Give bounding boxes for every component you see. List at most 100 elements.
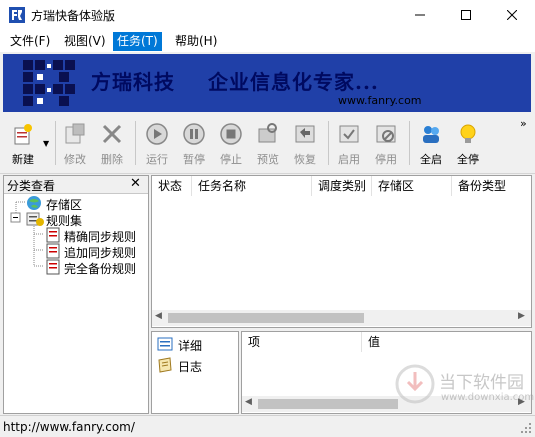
delete-button[interactable]: 删除	[94, 119, 130, 169]
menu-view[interactable]: 视图(V)	[60, 32, 110, 51]
toolbar-separator	[55, 121, 56, 165]
company-logo	[23, 60, 75, 106]
tree-item-rule[interactable]: 追加同步规则	[64, 244, 136, 261]
rule-set-icon	[26, 212, 44, 226]
enable-label: 启用	[338, 153, 360, 166]
status-text: http://www.fanry.com/	[3, 420, 135, 434]
title-bar: 方瑞快备体验版	[0, 0, 535, 30]
enable-icon	[339, 125, 359, 143]
stop-all-label: 全停	[457, 153, 479, 166]
toolbar: 新建 ▼ 修改 删除 运行 暂停 停止 预览 恢复 启用 停用 全启 全停 »	[0, 115, 535, 174]
enable-all-icon	[423, 126, 439, 143]
enable-all-button[interactable]: 全启	[413, 119, 449, 169]
resize-grip-icon[interactable]	[520, 422, 532, 434]
banner-slogan: 企业信息化专家...	[208, 70, 379, 94]
disable-label: 停用	[375, 153, 397, 166]
preview-label: 预览	[257, 153, 279, 166]
watermark-url: www.downxia.com	[441, 392, 535, 403]
minimize-button[interactable]	[397, 0, 443, 30]
run-icon	[146, 123, 168, 145]
new-icon	[14, 124, 32, 145]
close-button[interactable]	[489, 0, 535, 30]
menu-help[interactable]: 帮助(H)	[171, 32, 221, 51]
tree-item-rule[interactable]: 完全备份规则	[64, 260, 136, 277]
column-header-backup-type[interactable]: 备份类型	[452, 176, 530, 196]
category-panel-title: 分类查看	[7, 179, 56, 193]
restore-button[interactable]: 恢复	[287, 119, 323, 169]
delete-icon	[102, 124, 122, 144]
lightbulb-icon	[460, 124, 476, 143]
column-header-item[interactable]: 项	[242, 332, 362, 352]
new-button[interactable]: 新建	[5, 119, 41, 169]
rule-icon	[46, 259, 60, 275]
scroll-right-icon[interactable]: ▶	[518, 311, 525, 321]
enable-button[interactable]: 启用	[331, 119, 367, 169]
maximize-icon	[461, 10, 471, 20]
toolbar-separator	[409, 121, 410, 165]
menu-task[interactable]: 任务(T)	[113, 32, 162, 51]
column-header-storage[interactable]: 存储区	[372, 176, 452, 196]
pause-label: 暂停	[183, 153, 205, 166]
pause-icon	[183, 123, 205, 145]
category-panel-close-icon[interactable]: ✕	[130, 176, 141, 191]
details-icon	[157, 337, 173, 351]
edit-label: 修改	[64, 153, 86, 166]
log-icon	[158, 357, 172, 373]
new-dropdown-icon[interactable]: ▼	[43, 139, 49, 148]
stop-button[interactable]: 停止	[213, 119, 249, 169]
watermark: 当下软件园 www.downxia.com	[395, 362, 534, 412]
tree-item-rule[interactable]: 精确同步规则	[64, 228, 136, 245]
preview-button[interactable]: 预览	[250, 119, 286, 169]
stop-all-button[interactable]: 全停	[450, 119, 486, 169]
new-label: 新建	[12, 153, 34, 166]
menu-bar: 文件(F) 视图(V) 任务(T) 帮助(H)	[0, 30, 535, 52]
menu-file[interactable]: 文件(F)	[6, 32, 54, 51]
minimize-icon	[415, 14, 425, 16]
column-header-schedule[interactable]: 调度类别	[312, 176, 372, 196]
toolbar-overflow-icon[interactable]: »	[520, 117, 527, 130]
tree-item-storage[interactable]: 存储区	[46, 196, 82, 213]
rule-icon	[46, 243, 60, 259]
rule-icon	[46, 227, 60, 243]
banner-url: www.fanry.com	[338, 94, 422, 107]
window-title: 方瑞快备体验版	[31, 9, 116, 23]
detail-nav-log[interactable]: 日志	[178, 358, 202, 375]
watermark-logo-icon	[395, 364, 435, 404]
delete-label: 删除	[101, 153, 123, 166]
maximize-button[interactable]	[443, 0, 489, 30]
scroll-left-icon[interactable]: ◀	[245, 397, 252, 407]
restore-label: 恢复	[294, 153, 316, 166]
disable-button[interactable]: 停用	[368, 119, 404, 169]
storage-icon	[27, 196, 41, 210]
category-panel-header: 分类查看 ✕	[4, 176, 148, 194]
run-label: 运行	[146, 153, 168, 166]
task-list-scrollbar[interactable]: ◀ ▶	[152, 310, 531, 326]
scroll-thumb[interactable]	[258, 399, 398, 409]
edit-button[interactable]: 修改	[57, 119, 93, 169]
app-icon	[9, 7, 25, 23]
status-bar: http://www.fanry.com/	[0, 415, 535, 437]
disable-icon	[376, 125, 396, 143]
detail-nav-panel: 详细 日志	[151, 331, 239, 414]
scroll-thumb[interactable]	[168, 313, 364, 323]
column-header-task-name[interactable]: 任务名称	[192, 176, 312, 196]
watermark-text: 当下软件园	[439, 373, 524, 393]
stop-icon	[220, 123, 242, 145]
run-button[interactable]: 运行	[139, 119, 175, 169]
toolbar-separator	[328, 121, 329, 165]
task-list: 状态 任务名称 调度类别 存储区 备份类型 ◀ ▶	[151, 175, 532, 328]
pause-button[interactable]: 暂停	[176, 119, 212, 169]
column-header-value[interactable]: 值	[362, 332, 530, 352]
column-header-status[interactable]: 状态	[152, 176, 192, 196]
toolbar-separator	[135, 121, 136, 165]
close-icon	[507, 10, 517, 20]
stop-label: 停止	[220, 153, 242, 166]
banner-company-name: 方瑞科技	[91, 70, 175, 94]
category-panel: 分类查看 ✕ 存储区 规则集 精确同步规则 追加同步规则 完全备份规则	[3, 175, 149, 414]
company-banner: 方瑞科技 企业信息化专家... www.fanry.com	[3, 54, 531, 112]
restore-icon	[295, 125, 315, 143]
enable-all-label: 全启	[420, 153, 442, 166]
edit-icon	[65, 123, 85, 144]
scroll-left-icon[interactable]: ◀	[155, 311, 162, 321]
detail-nav-details[interactable]: 详细	[178, 337, 202, 354]
